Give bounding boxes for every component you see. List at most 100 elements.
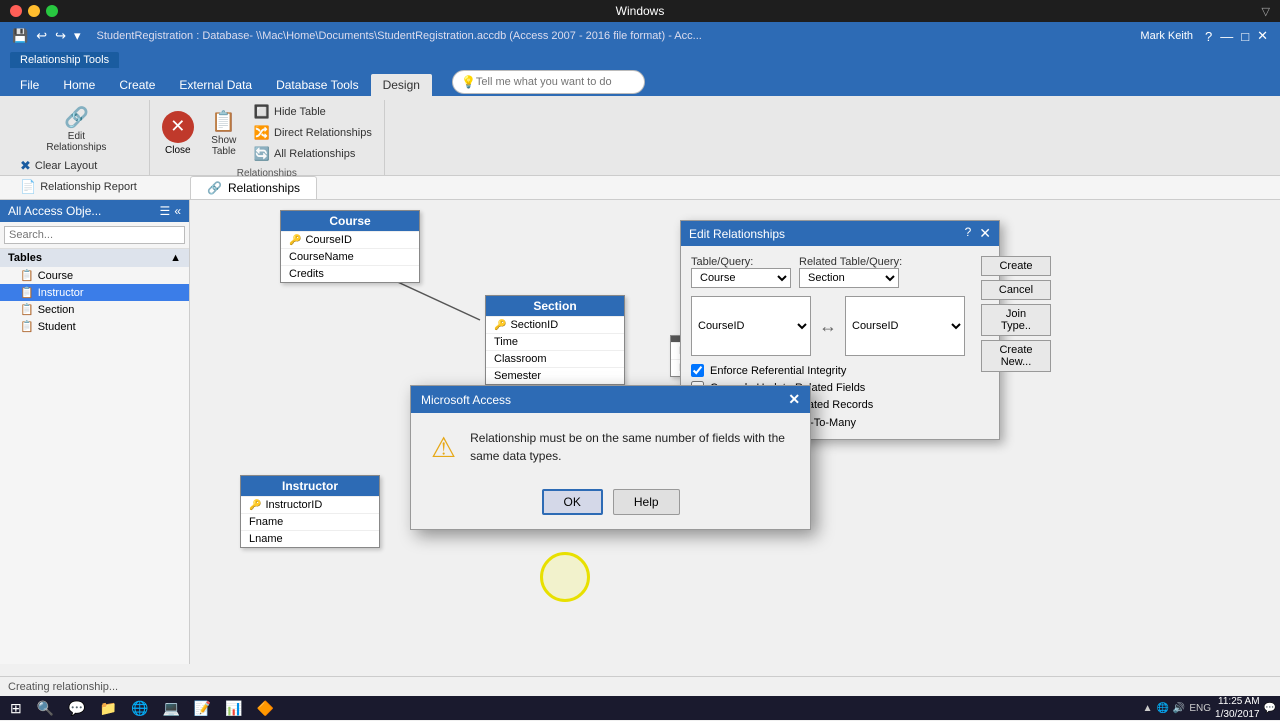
tray-volume-icon[interactable]: 🔊	[1173, 703, 1185, 714]
course-table[interactable]: Course 🔑 CourseID CourseName Credits	[280, 210, 420, 283]
ms-dialog-close-btn[interactable]: ✕	[788, 391, 800, 408]
edit-relationships-btn[interactable]: 🔗 EditRelationships	[41, 102, 111, 156]
relationship-report-btn[interactable]: 📄 Relationship Report	[16, 177, 141, 197]
undo-icon[interactable]: ↩	[32, 26, 51, 46]
table-query-select[interactable]: Course	[691, 268, 791, 288]
create-btn[interactable]: Create	[981, 256, 1051, 276]
help-btn[interactable]: Help	[613, 489, 680, 515]
dropdown-icon[interactable]: ▾	[70, 26, 85, 46]
menu-tabs: File Home Create External Data Database …	[0, 70, 1280, 96]
vs-btn[interactable]: 💻	[157, 698, 184, 719]
ms-dialog-titlebar: Microsoft Access ✕	[411, 386, 810, 413]
hide-table-btn[interactable]: 🔲 Hide Table	[250, 102, 376, 122]
minimize-window-btn[interactable]	[28, 5, 40, 17]
dialog-close-btn[interactable]: ✕	[979, 225, 991, 242]
sidebar-title: All Access Obje...	[8, 204, 101, 218]
canvas-area[interactable]: Course 🔑 CourseID CourseName Credits Sec…	[190, 200, 1280, 664]
app1-btn[interactable]: 📝	[189, 698, 216, 719]
clear-layout-btn[interactable]: ✖ Clear Layout	[16, 156, 141, 176]
restore-icon[interactable]: □	[1237, 27, 1253, 46]
section-row-time: Time	[486, 333, 624, 350]
tell-me-input[interactable]	[476, 76, 636, 88]
user-name-label: Mark Keith	[1140, 30, 1193, 42]
sidebar-item-instructor[interactable]: 📋 Instructor	[0, 284, 189, 301]
ribbon-rel-small: 🔲 Hide Table 🔀 Direct Relationships 🔄 Al…	[250, 102, 376, 164]
ribbon-top-bar: 💾 ↩ ↪ ▾ StudentRegistration : Database- …	[0, 22, 1280, 50]
enforce-ri-checkbox[interactable]	[691, 364, 704, 377]
tab-home[interactable]: Home	[51, 74, 107, 96]
notification-icon[interactable]: 💬	[1264, 703, 1276, 714]
window-controls[interactable]	[10, 5, 58, 17]
clear-layout-icon: ✖	[20, 158, 31, 174]
cancel-btn[interactable]: Cancel	[981, 280, 1051, 300]
course-table-header: Course	[281, 211, 419, 231]
sidebar-item-student[interactable]: 📋 Student	[0, 318, 189, 335]
all-relationships-btn[interactable]: 🔄 All Relationships	[250, 144, 376, 164]
task-view-btn[interactable]: 💬	[63, 698, 90, 719]
direct-relationships-btn[interactable]: 🔀 Direct Relationships	[250, 123, 376, 143]
relationships-doc-tab[interactable]: 🔗 Relationships	[190, 176, 317, 199]
excel-btn[interactable]: 📊	[220, 698, 247, 719]
close-window-btn[interactable]	[10, 5, 22, 17]
right-field-list[interactable]: CourseID	[845, 296, 965, 356]
sidebar-search[interactable]	[0, 222, 189, 249]
tab-database-tools[interactable]: Database Tools	[264, 74, 371, 96]
key-icon-course: 🔑	[289, 235, 301, 246]
section-row-id: 🔑 SectionID	[486, 316, 624, 333]
ok-highlight-circle	[540, 552, 590, 602]
related-table-label: Related Table/Query:	[799, 256, 902, 268]
ribbon-group-tools: 🔗 EditRelationships ✖ Clear Layout 📄 Rel…	[4, 100, 150, 175]
start-button[interactable]: ⊞	[4, 700, 28, 717]
file-explorer-btn[interactable]: 📁	[95, 698, 122, 719]
minimize-ribbon-icon[interactable]: —	[1216, 27, 1237, 46]
date-display: 1/30/2017	[1215, 708, 1260, 721]
ribbon-rel-items: ✕ Close 📋 ShowTable 🔲 Hide Table 🔀 Direc…	[158, 102, 376, 164]
left-field-list[interactable]: CourseID	[691, 296, 811, 356]
tab-external-data[interactable]: External Data	[167, 74, 264, 96]
search-taskbar-btn[interactable]: 🔍	[32, 698, 59, 719]
redo-icon[interactable]: ↪	[51, 26, 70, 46]
section-row-classroom: Classroom	[486, 350, 624, 367]
tab-design[interactable]: Design	[371, 74, 432, 96]
tray-up-icon[interactable]: ▲	[1143, 703, 1153, 714]
close-relationships-btn[interactable]: ✕ Close	[158, 107, 198, 160]
access-btn[interactable]: 🔶	[252, 698, 279, 719]
tell-me-box[interactable]: 💡	[452, 70, 645, 94]
taskbar: ⊞ 🔍 💬 📁 🌐 💻 📝 📊 🔶 ▲ 🌐 🔊 ENG 11:25 AM 1/3…	[0, 696, 1280, 720]
course-row-name: CourseName	[281, 248, 419, 265]
sidebar-item-course[interactable]: 📋 Course	[0, 267, 189, 284]
main-layout: All Access Obje... ☰ « Tables ▲ 📋 Course…	[0, 200, 1280, 664]
tab-create[interactable]: Create	[107, 74, 167, 96]
system-tray: ▲ 🌐 🔊 ENG 11:25 AM 1/30/2017 💬	[1143, 695, 1276, 721]
browser-btn[interactable]: 🌐	[126, 698, 153, 719]
sidebar-collapse-icon[interactable]: «	[174, 204, 181, 218]
sidebar-item-section[interactable]: 📋 Section	[0, 301, 189, 318]
tables-expand-icon[interactable]: ▲	[170, 252, 181, 264]
edit-relationships-dialog-titlebar: Edit Relationships ? ✕	[681, 221, 999, 246]
ms-dialog-footer: OK Help	[411, 481, 810, 529]
maximize-window-btn[interactable]	[46, 5, 58, 17]
sidebar-menu-icon[interactable]: ☰	[160, 204, 171, 218]
related-table-select[interactable]: Section	[799, 268, 899, 288]
close-app-icon[interactable]: ✕	[1253, 26, 1272, 46]
show-table-icon: 📋	[211, 109, 236, 134]
save-icon[interactable]: 💾	[8, 26, 32, 46]
section-table[interactable]: Section 🔑 SectionID Time Classroom Semes…	[485, 295, 625, 385]
instructor-table[interactable]: Instructor 🔑 InstructorID Fname Lname	[240, 475, 380, 548]
ok-btn[interactable]: OK	[542, 489, 603, 515]
help-icon[interactable]: ?	[1201, 27, 1216, 46]
search-input[interactable]	[4, 226, 185, 244]
tab-strip: 🔗 Relationships	[0, 176, 1280, 200]
tab-file[interactable]: File	[8, 74, 51, 96]
relationship-report-icon: 📄	[20, 179, 36, 195]
show-table-btn[interactable]: 📋 ShowTable	[202, 106, 246, 160]
tray-network-icon[interactable]: 🌐	[1156, 703, 1168, 714]
join-type-btn[interactable]: Join Type..	[981, 304, 1051, 336]
create-new-btn[interactable]: Create New...	[981, 340, 1051, 372]
taskbar-time[interactable]: 11:25 AM 1/30/2017	[1215, 695, 1260, 721]
dialog-help-btn[interactable]: ?	[965, 225, 972, 242]
enforce-ri-label: Enforce Referential Integrity	[710, 365, 846, 377]
lightbulb-icon: 💡	[461, 75, 476, 89]
tools-tab-label[interactable]: Relationship Tools	[10, 52, 119, 68]
tables-section-header[interactable]: Tables ▲	[0, 249, 189, 267]
